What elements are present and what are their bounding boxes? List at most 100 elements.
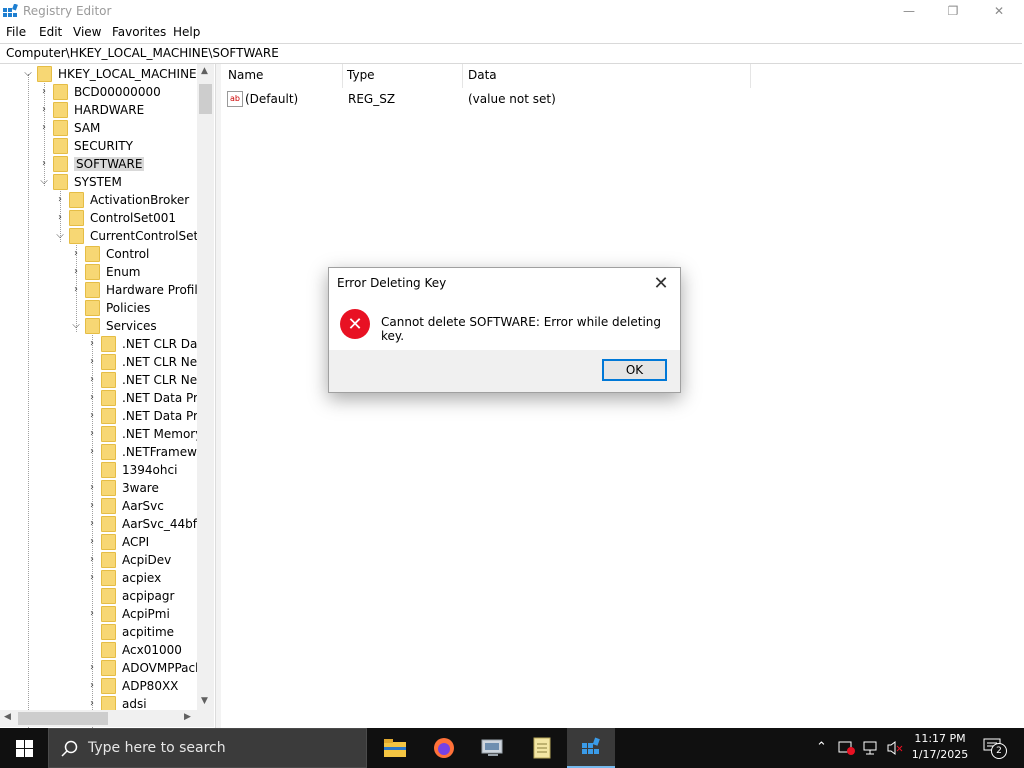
tree-item-service[interactable]: › AcpiDev (86, 551, 171, 569)
chevron-right-icon[interactable]: › (54, 194, 66, 206)
tree-item-service[interactable]: › acpiex (86, 569, 161, 587)
tray-volume-icon[interactable] (886, 740, 904, 760)
tree-item-service[interactable]: › .NET CLR Data (86, 335, 209, 353)
tree-item-service[interactable]: › .NETFramewor (86, 443, 209, 461)
taskbar-file-explorer[interactable] (371, 728, 419, 768)
tray-security-icon[interactable] (838, 740, 856, 760)
chevron-right-icon[interactable]: › (38, 86, 50, 98)
taskbar-search-box[interactable]: Type here to search (48, 728, 367, 768)
close-window-button[interactable]: ✕ (976, 0, 1022, 22)
chevron-down-icon[interactable]: ⌵ (54, 230, 66, 242)
chevron-right-icon[interactable]: › (38, 158, 50, 170)
address-bar[interactable]: Computer\HKEY_LOCAL_MACHINE\SOFTWARE (0, 43, 1022, 64)
restore-button[interactable]: ❐ (930, 0, 976, 22)
menu-file[interactable]: File (6, 25, 26, 39)
ok-button[interactable]: OK (602, 359, 667, 381)
chevron-right-icon[interactable]: › (86, 572, 98, 584)
tree-item-services[interactable]: ⌵ Services (70, 317, 157, 335)
tray-network-icon[interactable] (862, 740, 880, 760)
chevron-right-icon[interactable]: › (70, 248, 82, 260)
tree-item-controlset001[interactable]: › ControlSet001 (54, 209, 176, 227)
tree-item-bcd[interactable]: › BCD00000000 (38, 83, 161, 101)
column-header-name[interactable]: Name (228, 68, 263, 86)
tree-item-service[interactable]: › .NET CLR Netw (86, 353, 212, 371)
column-header-type[interactable]: Type (347, 68, 375, 86)
tree-item-service[interactable]: acpipagr (86, 587, 174, 605)
chevron-right-icon[interactable]: › (54, 212, 66, 224)
chevron-right-icon[interactable]: › (86, 662, 98, 674)
chevron-right-icon[interactable]: › (86, 356, 98, 368)
chevron-right-icon[interactable]: › (86, 446, 98, 458)
tree-item-hardware-profiles[interactable]: › Hardware Profiles (70, 281, 211, 299)
tree-item-service[interactable]: acpitime (86, 623, 174, 641)
tree-item-service[interactable]: › .NET Memory (86, 425, 202, 443)
tree-item-service[interactable]: › AarSvc (86, 497, 164, 515)
tree-vertical-scrollbar[interactable]: ▲ ▼ (197, 64, 214, 710)
taskbar-network-app[interactable] (469, 728, 517, 768)
menu-edit[interactable]: Edit (39, 25, 62, 39)
tree-item-service[interactable]: › AcpiPmi (86, 605, 170, 623)
tree-item-service[interactable]: › AarSvc_44bf1 (86, 515, 205, 533)
tree-item-service[interactable]: 1394ohci (86, 461, 177, 479)
chevron-right-icon[interactable]: › (86, 536, 98, 548)
chevron-right-icon[interactable]: › (86, 374, 98, 386)
chevron-right-icon[interactable]: › (86, 482, 98, 494)
menu-help[interactable]: Help (173, 25, 200, 39)
chevron-right-icon[interactable]: › (38, 122, 50, 134)
tree-item-service[interactable]: Acx01000 (86, 641, 182, 659)
chevron-right-icon[interactable]: › (86, 410, 98, 422)
tree-item-policies[interactable]: Policies (70, 299, 150, 317)
taskbar-notepad[interactable] (518, 728, 566, 768)
chevron-right-icon[interactable]: › (70, 266, 82, 278)
chevron-right-icon[interactable]: › (86, 608, 98, 620)
chevron-right-icon[interactable]: › (86, 554, 98, 566)
tree-item-currentcontrolset[interactable]: ⌵ CurrentControlSet (54, 227, 198, 245)
tree-item-control[interactable]: › Control (70, 245, 149, 263)
chevron-down-icon[interactable]: ⌵ (22, 68, 34, 80)
show-hidden-icons-button[interactable]: ⌃ (816, 740, 827, 755)
taskbar-clock[interactable]: 11:17 PM 1/17/2025 (905, 731, 975, 763)
chevron-right-icon[interactable]: › (86, 338, 98, 350)
chevron-right-icon[interactable]: › (86, 428, 98, 440)
tree-item-activationbroker[interactable]: › ActivationBroker (54, 191, 189, 209)
column-separator[interactable] (750, 64, 751, 88)
tree-item-security[interactable]: SECURITY (38, 137, 133, 155)
scroll-left-icon[interactable]: ◀ (4, 712, 11, 722)
menu-favorites[interactable]: Favorites (112, 25, 166, 39)
address-path[interactable]: Computer\HKEY_LOCAL_MACHINE\SOFTWARE (6, 46, 279, 60)
chevron-down-icon[interactable]: ⌵ (70, 320, 82, 332)
scroll-up-icon[interactable]: ▲ (201, 66, 208, 76)
tree-item-system[interactable]: ⌵ SYSTEM (38, 173, 122, 191)
tree-item-service[interactable]: › .NET Data Prov (86, 407, 212, 425)
tree-item-service[interactable]: › 3ware (86, 479, 159, 497)
dialog-close-button[interactable]: ✕ (649, 272, 673, 294)
chevron-down-icon[interactable]: ⌵ (38, 176, 50, 188)
search-placeholder[interactable]: Type here to search (88, 740, 226, 756)
chevron-right-icon[interactable]: › (86, 698, 98, 710)
scroll-right-icon[interactable]: ▶ (184, 712, 191, 722)
tree-vertical-scroll-thumb[interactable] (199, 84, 212, 114)
chevron-right-icon[interactable]: › (38, 104, 50, 116)
chevron-right-icon[interactable]: › (86, 500, 98, 512)
chevron-right-icon[interactable]: › (86, 518, 98, 530)
tree-horizontal-scroll-thumb[interactable] (18, 712, 108, 725)
start-button[interactable] (0, 728, 48, 768)
minimize-button[interactable]: — (886, 0, 932, 22)
tree-item-hardware[interactable]: › HARDWARE (38, 101, 144, 119)
tree-item-service[interactable]: › ADOVMPPack (86, 659, 202, 677)
tree-item-software[interactable]: › SOFTWARE (38, 155, 145, 173)
chevron-right-icon[interactable]: › (70, 284, 82, 296)
tree-item-enum[interactable]: › Enum (70, 263, 140, 281)
tree-item-service[interactable]: › ACPI (86, 533, 149, 551)
tree-item-service[interactable]: › ADP80XX (86, 677, 178, 695)
column-separator[interactable] (462, 64, 463, 88)
tree-item-service[interactable]: › .NET Data Prov (86, 389, 212, 407)
chevron-right-icon[interactable]: › (86, 392, 98, 404)
notification-center-button[interactable]: 2 (983, 737, 1009, 759)
tree-item-sam[interactable]: › SAM (38, 119, 100, 137)
tree-item-service[interactable]: › .NET CLR Netw (86, 371, 212, 389)
menu-view[interactable]: View (73, 25, 101, 39)
column-header-data[interactable]: Data (468, 68, 497, 86)
tree-item-hklm[interactable]: ⌵ HKEY_LOCAL_MACHINE (22, 65, 197, 83)
column-separator[interactable] (342, 64, 343, 88)
